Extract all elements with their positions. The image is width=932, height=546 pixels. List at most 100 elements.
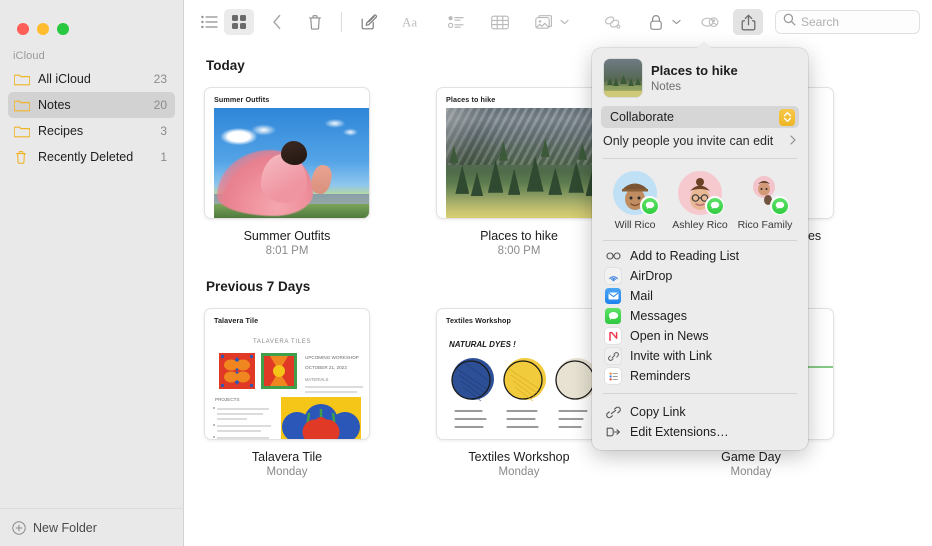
share-icon[interactable] <box>733 9 763 35</box>
zoom-button[interactable] <box>57 23 69 35</box>
main-area: Aa <box>184 0 932 546</box>
avatar-wrap <box>678 171 722 215</box>
popover-header: Places to hike Notes <box>592 57 808 106</box>
menu-item-airdrop[interactable]: AirDrop <box>592 266 808 286</box>
note-card-talavera-tile[interactable]: Talavera Tile TALAVERA TILES <box>204 308 370 478</box>
collaborator-name: Will Rico <box>607 219 663 231</box>
collaborate-dropdown[interactable]: Collaborate <box>601 106 799 128</box>
sidebar-item-notes[interactable]: Notes 20 <box>8 92 175 118</box>
compose-icon[interactable] <box>353 9 383 35</box>
sidebar: iCloud All iCloud 23 Notes 20 <box>0 0 184 546</box>
search-input[interactable] <box>801 15 912 29</box>
collaborate-icon[interactable] <box>695 9 725 35</box>
delete-note-icon[interactable] <box>300 9 330 35</box>
tiles-sketch: TALAVERA TILES <box>205 331 369 439</box>
share-menu-secondary: Copy Link Edit Extensions… <box>592 400 808 442</box>
menu-item-mail[interactable]: Mail <box>592 286 808 306</box>
chevron-right-icon[interactable] <box>790 134 796 148</box>
menu-item-label: Edit Extensions… <box>630 425 729 439</box>
collaborator-rico-family[interactable]: Rico Family <box>737 171 793 231</box>
avatar-wrap <box>613 171 657 215</box>
extensions-icon <box>605 424 621 440</box>
note-title: Textiles Workshop <box>436 450 602 464</box>
messages-badge <box>770 196 789 215</box>
sidebar-item-recently-deleted[interactable]: Recently Deleted 1 <box>8 144 175 170</box>
back-chevron-icon[interactable] <box>262 9 292 35</box>
folder-list: All iCloud 23 Notes 20 Recipes 3 <box>0 66 183 170</box>
collaborator-will-rico[interactable]: Will Rico <box>607 171 663 231</box>
svg-text:UPCOMING WORKSHOP: UPCOMING WORKSHOP <box>305 355 359 360</box>
share-menu: Add to Reading List AirDrop <box>592 244 808 386</box>
stepper-control[interactable] <box>779 109 795 126</box>
menu-item-add-to-reading-list[interactable]: Add to Reading List <box>592 246 808 266</box>
sidebar-item-count: 23 <box>154 72 167 86</box>
menu-item-open-in-news[interactable]: Open in News <box>592 326 808 346</box>
checklist-icon[interactable] <box>441 9 471 35</box>
menu-item-messages[interactable]: Messages <box>592 306 808 326</box>
messages-badge <box>640 196 659 215</box>
sidebar-item-label: Recently Deleted <box>38 150 160 164</box>
menu-item-edit-extensions[interactable]: Edit Extensions… <box>592 422 808 442</box>
minimize-button[interactable] <box>37 23 49 35</box>
traffic-lights <box>0 0 183 40</box>
menu-item-label: Open in News <box>630 329 709 343</box>
menu-item-copy-link[interactable]: Copy Link <box>592 402 808 422</box>
note-thumbnail[interactable]: Places to hike <box>436 87 602 219</box>
media-icon[interactable] <box>529 9 559 35</box>
toolbar: Aa <box>184 0 932 44</box>
permission-row[interactable]: Only people you invite can edit <box>592 128 808 155</box>
link-icon <box>605 404 621 420</box>
sidebar-item-label: Recipes <box>38 124 160 138</box>
sidebar-section-label: iCloud <box>0 40 183 66</box>
summer-photo <box>214 108 369 218</box>
note-card-places-to-hike[interactable]: Places to hike <box>436 87 602 257</box>
note-thumbnail[interactable]: Summer Outfits <box>204 87 370 219</box>
link-icon[interactable] <box>597 9 627 35</box>
note-card-summer-outfits[interactable]: Summer Outfits Summer Outfits 8:01 PM <box>204 87 370 257</box>
menu-item-invite-with-link[interactable]: Invite with Link <box>592 346 808 366</box>
notes-window: iCloud All iCloud 23 Notes 20 <box>0 0 932 546</box>
menu-item-label: AirDrop <box>630 269 672 283</box>
lock-icon[interactable] <box>641 9 671 35</box>
format-aa-icon[interactable]: Aa <box>397 9 427 35</box>
hike-photo <box>446 108 601 218</box>
group-title-previous-7-days: Previous 7 Days <box>206 279 932 294</box>
new-folder-button[interactable]: New Folder <box>0 508 184 546</box>
sidebar-item-all-icloud[interactable]: All iCloud 23 <box>8 66 175 92</box>
notes-content: Today Summer Outfits Summer <box>184 44 932 478</box>
note-date: 8:01 PM <box>204 245 370 257</box>
sidebar-item-count: 3 <box>160 124 167 138</box>
close-button[interactable] <box>17 23 29 35</box>
search-field[interactable] <box>775 10 920 34</box>
chevron-down-icon[interactable] <box>672 19 681 25</box>
menu-item-label: Copy Link <box>630 405 686 419</box>
group-title-today: Today <box>206 58 932 73</box>
avatar-wrap <box>743 171 787 215</box>
collaborator-ashley-rico[interactable]: Ashley Rico <box>672 171 728 231</box>
svg-text:PROJECTS: PROJECTS <box>215 397 240 402</box>
permission-label: Only people you invite can edit <box>603 134 790 148</box>
mail-icon <box>605 288 621 304</box>
sidebar-item-label: All iCloud <box>38 72 154 86</box>
note-thumb-title: Places to hike <box>437 88 601 108</box>
plus-circle-icon <box>12 521 26 535</box>
note-thumbnail[interactable]: Talavera Tile TALAVERA TILES <box>204 308 370 440</box>
menu-item-reminders[interactable]: Reminders <box>592 366 808 386</box>
folder-icon <box>14 71 31 87</box>
note-thumb-title: Summer Outfits <box>205 88 369 108</box>
note-card-textiles-workshop[interactable]: Textiles Workshop NATURAL DYES ! <box>436 308 602 478</box>
note-title: Talavera Tile <box>204 450 370 464</box>
svg-text:OCTOBER 21, 2023: OCTOBER 21, 2023 <box>305 365 347 370</box>
chevron-down-icon[interactable] <box>560 19 569 25</box>
news-icon <box>605 328 621 344</box>
note-thumb-title: Talavera Tile <box>205 309 369 329</box>
list-view-icon[interactable] <box>194 9 224 35</box>
note-thumbnail[interactable]: Textiles Workshop NATURAL DYES ! <box>436 308 602 440</box>
folder-icon <box>14 123 31 139</box>
new-folder-label: New Folder <box>33 521 97 535</box>
table-icon[interactable] <box>485 9 515 35</box>
sidebar-item-recipes[interactable]: Recipes 3 <box>8 118 175 144</box>
grid-view-icon[interactable] <box>224 9 254 35</box>
svg-text:NATURAL DYES !: NATURAL DYES ! <box>449 340 516 349</box>
toolbar-divider <box>341 12 342 32</box>
